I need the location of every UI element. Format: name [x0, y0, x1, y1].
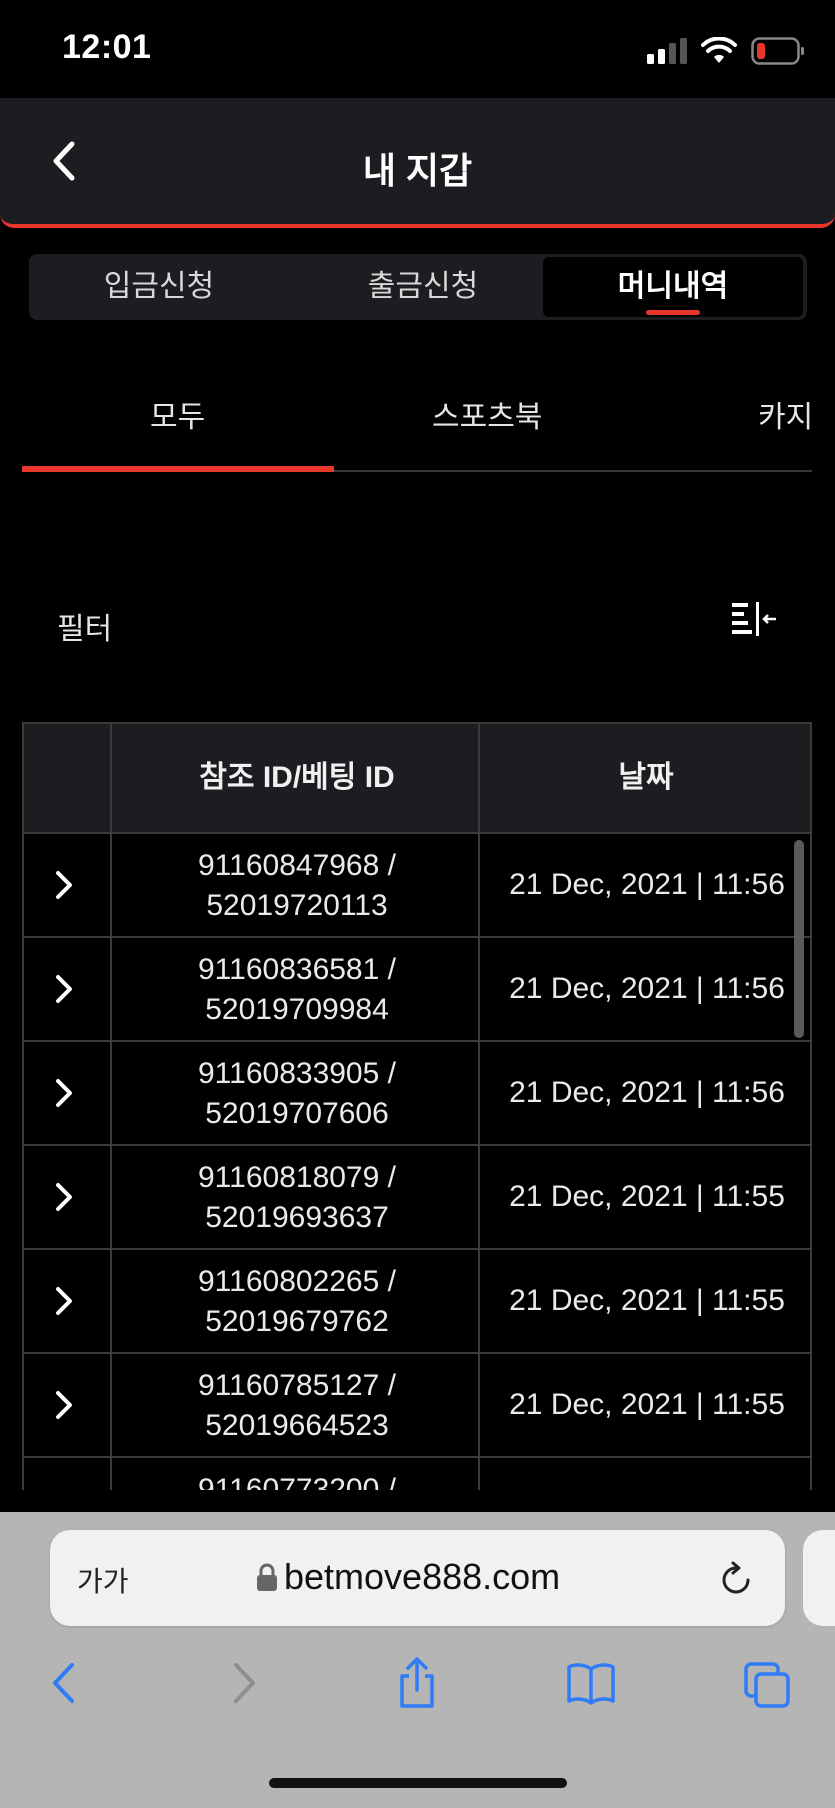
filter-collapse-icon[interactable] — [730, 600, 778, 640]
money-history-table: 참조 ID/베팅 ID 날짜 91160847968 / 52019720113 … — [22, 722, 812, 1490]
table-row[interactable]: 91160818079 / 52019693637 21 Dec, 2021 | … — [22, 1146, 812, 1250]
bet-id: 52019679762 — [205, 1305, 389, 1338]
ref-bet-id-cell: 91160802265 / 52019679762 — [114, 1262, 480, 1342]
table-row[interactable]: 91160785127 / 52019664523 21 Dec, 2021 | … — [22, 1354, 812, 1458]
ref-bet-id-cell: 91160818079 / 52019693637 — [114, 1158, 480, 1238]
bet-id: 52019707606 — [205, 1097, 389, 1130]
chevron-right-icon[interactable] — [52, 1180, 76, 1214]
reader-aa-button[interactable]: 가가 — [77, 1560, 129, 1600]
battery-low-icon — [751, 37, 804, 65]
tab-deposit-request[interactable]: 입금신청 — [29, 254, 289, 320]
date-cell: 21 Dec, 2021 | 11:56 — [509, 868, 785, 901]
home-indicator — [269, 1778, 567, 1788]
lock-icon — [257, 1563, 277, 1591]
ref-bet-id-cell: 91160833905 / 52019707606 — [114, 1054, 480, 1134]
reload-icon[interactable] — [716, 1560, 756, 1600]
bet-id: 52019664523 — [205, 1409, 389, 1442]
table-row[interactable]: 91160773200 / — [22, 1458, 812, 1490]
cellular-signal-icon — [647, 38, 687, 64]
chevron-right-icon[interactable] — [52, 972, 76, 1006]
table-header: 참조 ID/베팅 ID 날짜 — [22, 722, 812, 834]
subtab-all[interactable]: 모두 — [150, 392, 205, 436]
chevron-right-icon[interactable] — [52, 1388, 76, 1422]
filter-label: 필터 — [57, 613, 113, 646]
status-time: 12:01 — [62, 28, 152, 66]
header-ref-bet-id: 참조 ID/베팅 ID — [199, 761, 395, 794]
table-row[interactable]: 91160833905 / 52019707606 21 Dec, 2021 | … — [22, 1042, 812, 1146]
ref-bet-id-cell: 91160785127 / 52019664523 — [114, 1366, 480, 1446]
ref-bet-id-cell: 91160847968 / 52019720113 — [114, 846, 480, 926]
ref-id: 91160836581 / — [198, 953, 396, 986]
date-cell: 21 Dec, 2021 | 11:55 — [509, 1388, 785, 1421]
ref-id: 91160818079 / — [198, 1161, 396, 1194]
date-cell: 21 Dec, 2021 | 11:55 — [509, 1180, 785, 1213]
date-cell: 21 Dec, 2021 | 11:55 — [509, 1284, 785, 1317]
table-row[interactable]: 91160847968 / 52019720113 21 Dec, 2021 | … — [22, 834, 812, 938]
table-row[interactable]: 91160836581 / 52019709984 21 Dec, 2021 | … — [22, 938, 812, 1042]
wifi-icon — [701, 37, 737, 63]
bookmarks-icon[interactable] — [566, 1656, 616, 1710]
bet-id: 52019693637 — [205, 1201, 389, 1234]
tab-withdraw-request[interactable]: 출금신청 — [293, 254, 553, 320]
date-cell: 21 Dec, 2021 | 11:56 — [509, 972, 785, 1005]
chevron-right-icon[interactable] — [52, 1076, 76, 1110]
column-divider — [478, 722, 480, 1490]
ref-id: 91160833905 / — [198, 1057, 396, 1090]
bet-id: 52019709984 — [205, 993, 389, 1026]
next-tab-peek[interactable] — [803, 1530, 835, 1626]
date-cell: 21 Dec, 2021 | 11:56 — [509, 1076, 785, 1109]
page-title: 내 지갑 — [362, 150, 473, 191]
ref-bet-id-cell: 91160773200 / — [114, 1470, 480, 1490]
url-text[interactable]: betmove888.com — [284, 1556, 560, 1598]
header-date: 날짜 — [618, 761, 674, 794]
chevron-right-icon[interactable] — [52, 868, 76, 902]
header-expand-col — [24, 724, 112, 832]
date-cell — [480, 1458, 812, 1490]
bet-id: 52019720113 — [206, 889, 388, 922]
browser-forward-icon[interactable] — [218, 1656, 268, 1710]
ref-id: 91160785127 / — [198, 1369, 396, 1402]
table-scrollbar[interactable] — [794, 840, 804, 1038]
share-icon[interactable] — [392, 1656, 442, 1710]
tab-money-history[interactable]: 머니내역 — [543, 257, 803, 317]
tabs-icon[interactable] — [742, 1656, 792, 1710]
table-row[interactable]: 91160802265 / 52019679762 21 Dec, 2021 | … — [22, 1250, 812, 1354]
subtab-active-indicator — [22, 466, 334, 472]
wallet-header: 내 지갑 — [0, 98, 835, 228]
subtab-casino[interactable]: 카지 — [758, 392, 813, 436]
ref-id: 91160847968 / — [198, 849, 396, 882]
chevron-right-icon[interactable] — [52, 1284, 76, 1318]
wallet-segment-tabs: 입금신청 출금신청 머니내역 — [29, 254, 807, 320]
column-divider — [110, 722, 112, 1490]
browser-back-icon[interactable] — [40, 1656, 90, 1710]
status-icons — [647, 34, 805, 68]
ref-bet-id-cell: 91160836581 / 52019709984 — [114, 950, 480, 1030]
subtab-sportsbook[interactable]: 스포츠북 — [432, 392, 542, 436]
ref-id: 91160802265 / — [198, 1265, 396, 1298]
active-tab-underline — [646, 310, 700, 315]
ref-id: 91160773200 / — [198, 1473, 396, 1490]
